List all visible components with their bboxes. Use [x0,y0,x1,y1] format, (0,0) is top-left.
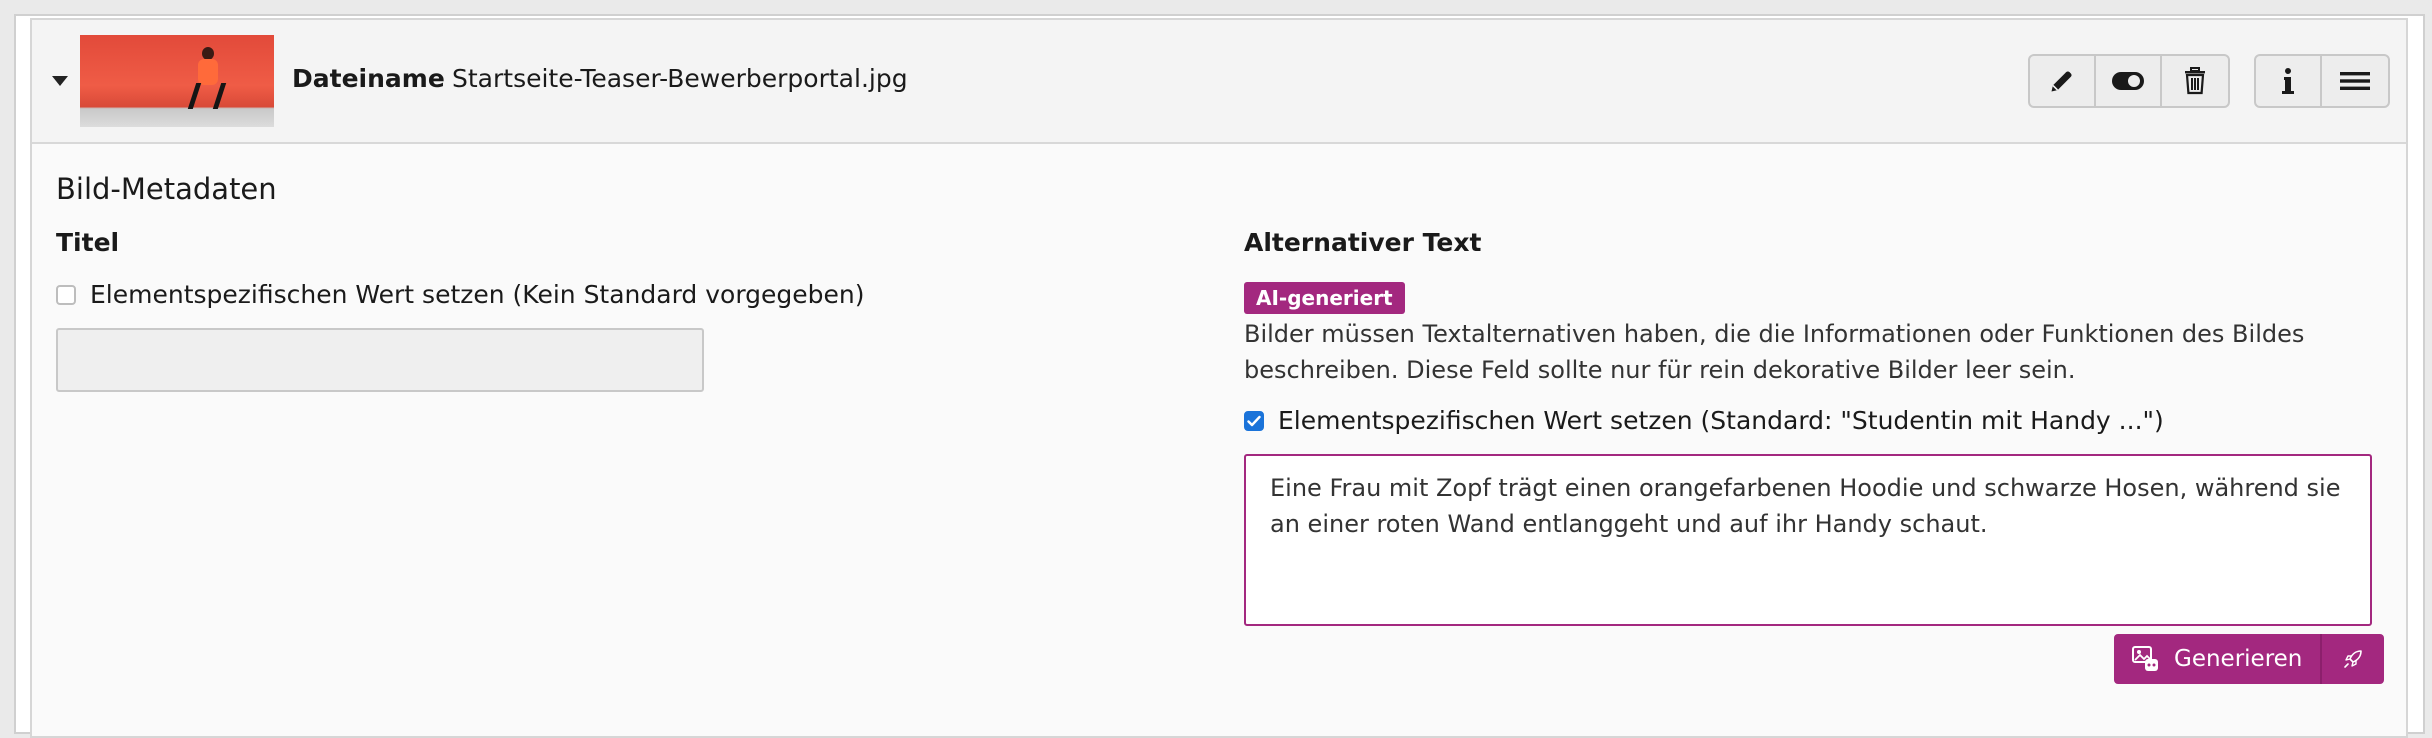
ai-image-icon [2132,646,2160,672]
thumbnail-figure-body [198,59,218,85]
alt-text-textarea[interactable]: Eine Frau mit Zopf trägt einen orangefar… [1244,454,2372,626]
generate-options-button[interactable] [2322,634,2384,684]
edit-button[interactable] [2030,56,2096,106]
menu-button[interactable] [2322,56,2388,106]
title-input[interactable] [56,328,704,392]
generate-button-label: Generieren [2174,646,2303,672]
meta-actions-group [2254,54,2390,108]
info-icon [2282,68,2294,94]
filename-label: Dateiname [292,64,445,93]
filename-value: Startseite-Teaser-Bewerberportal.jpg [452,64,908,93]
alt-text-override-checkbox[interactable] [1244,410,1264,431]
alt-text-override-label: Elementspezifischen Wert setzen (Standar… [1278,406,2164,435]
checkmark-icon [1247,415,1261,426]
generate-button[interactable]: Generieren [2114,634,2323,684]
title-field-label: Titel [56,228,120,257]
section-title: Bild-Metadaten [56,172,277,206]
collapse-caret-icon[interactable] [52,76,68,86]
info-button[interactable] [2256,56,2322,106]
image-thumbnail[interactable] [80,35,274,127]
delete-button[interactable] [2162,56,2228,106]
title-override-checkbox[interactable] [56,284,76,305]
toggle-icon [2112,72,2144,90]
ai-generated-badge: AI-generiert [1244,282,1405,314]
file-reference-panel: Dateiname Startseite-Teaser-Bewerberport… [30,18,2408,738]
edit-actions-group [2028,54,2230,108]
trash-icon [2185,67,2205,95]
title-override-label: Elementspezifischen Wert setzen (Kein St… [90,280,865,309]
alt-text-override-row[interactable]: Elementspezifischen Wert setzen (Standar… [1244,406,2164,435]
title-override-row[interactable]: Elementspezifischen Wert setzen (Kein St… [56,280,865,309]
panel-header[interactable]: Dateiname Startseite-Teaser-Bewerberport… [32,20,2406,144]
alt-text-help: Bilder müssen Textalternativen haben, di… [1244,320,2305,384]
toggle-visibility-button[interactable] [2096,56,2162,106]
thumbnail-figure-legs [187,83,227,109]
pencil-icon [2051,71,2072,92]
alt-text-field-label: Alternativer Text [1244,228,1482,257]
rocket-icon [2344,650,2363,668]
generate-button-group: Generieren [2114,634,2385,684]
menu-icon [2340,72,2370,90]
